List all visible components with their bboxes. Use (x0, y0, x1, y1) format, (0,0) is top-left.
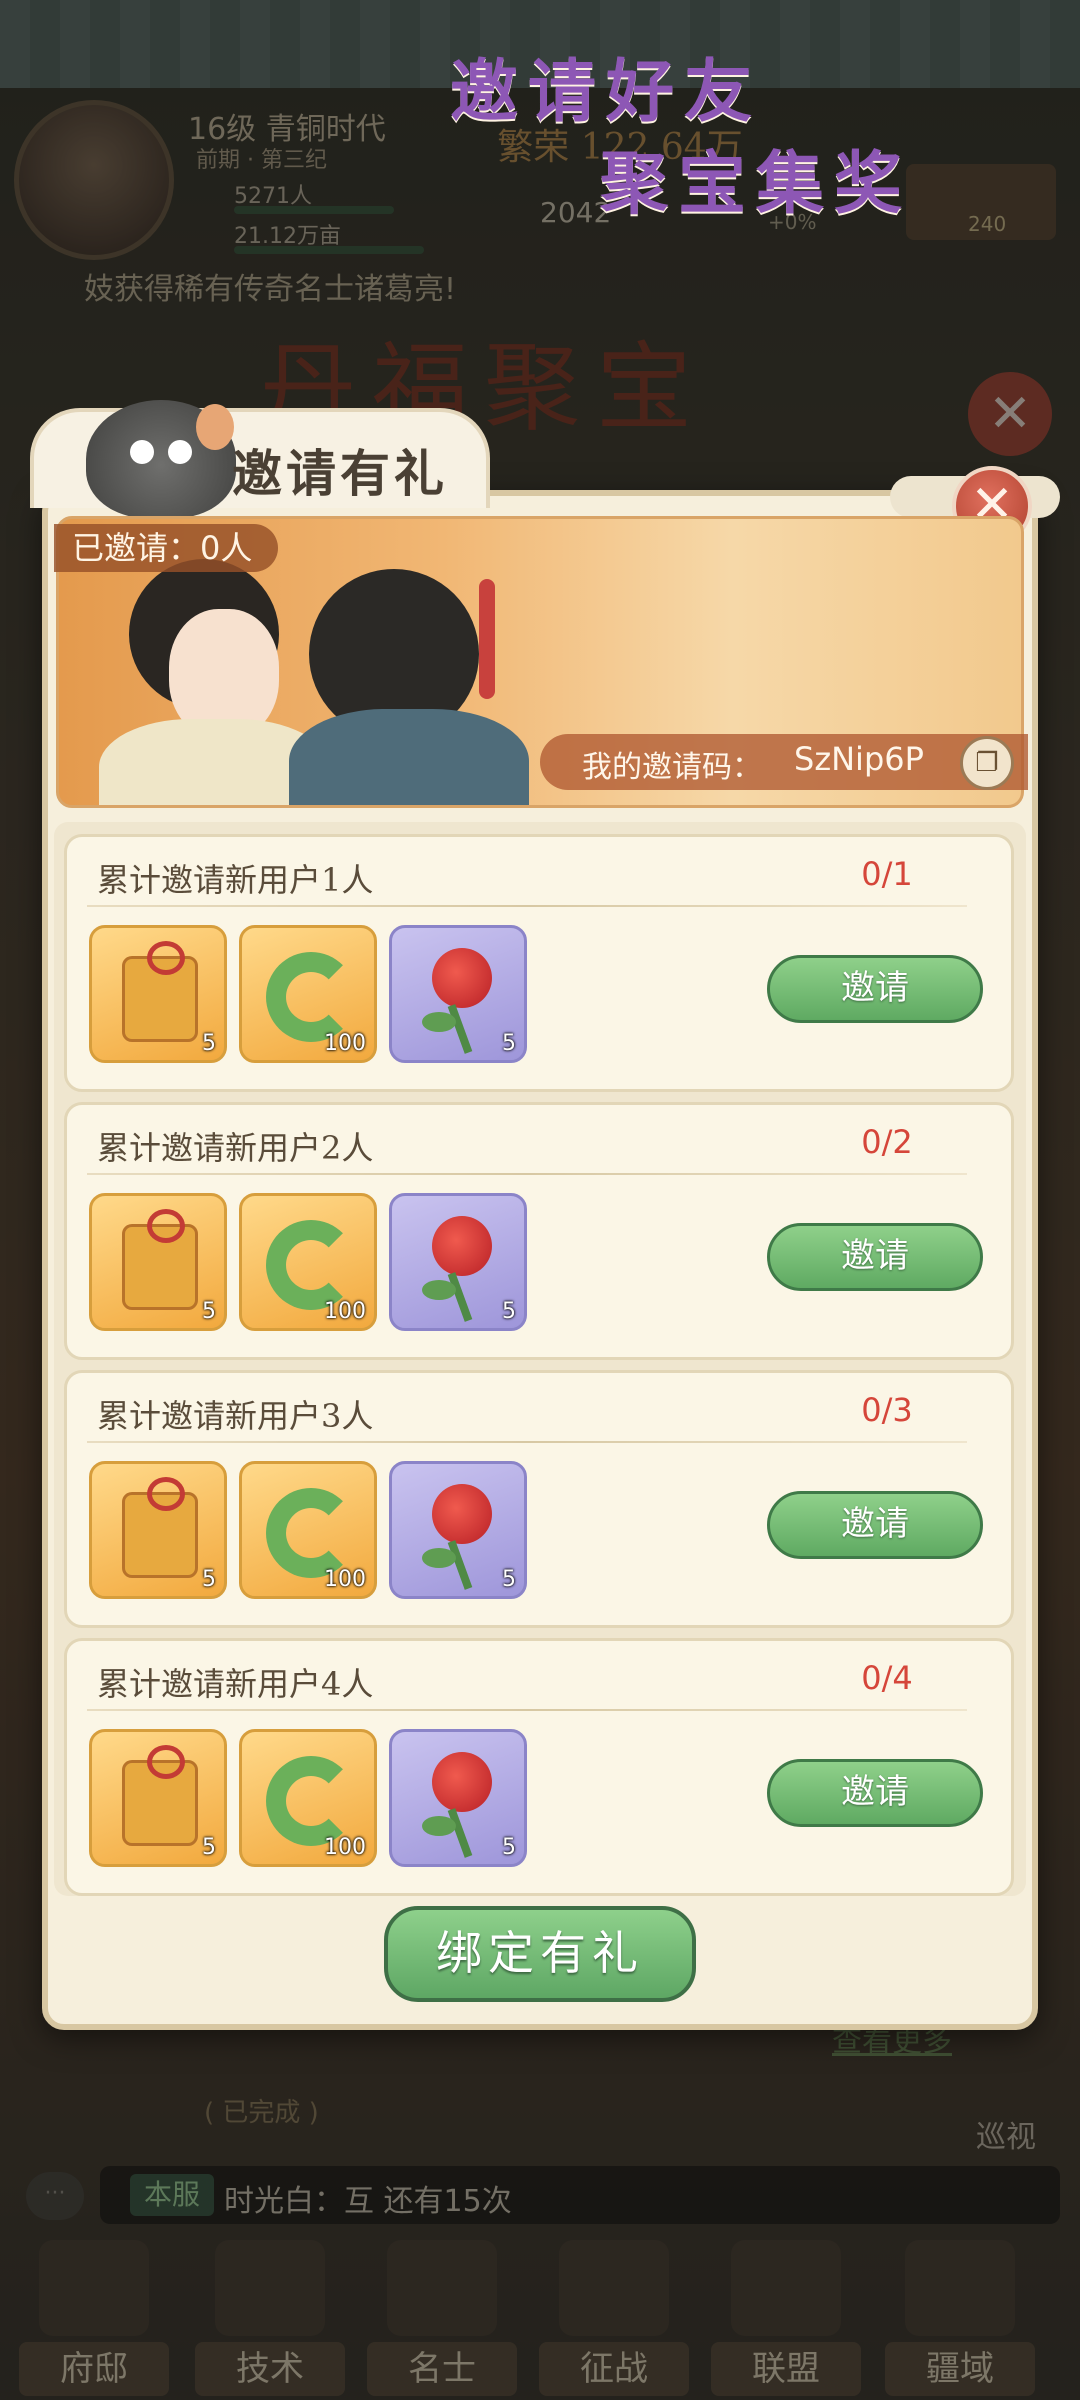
reward-qty: 100 (324, 1031, 366, 1056)
reward-red-rose[interactable]: 5 (389, 1729, 527, 1867)
reward-gold-pouch[interactable]: 5 (89, 1461, 227, 1599)
gold-pouch-icon (122, 941, 198, 1042)
invite-code-value: SzNip6P (794, 740, 924, 778)
red-rose-icon (432, 1484, 492, 1544)
reward-qty: 5 (202, 1299, 216, 1324)
jade-dragon-icon (266, 1488, 356, 1578)
red-rose-icon (432, 1752, 492, 1812)
reward-gold-pouch[interactable]: 5 (89, 1193, 227, 1331)
task-progress: 0/3 (861, 1391, 913, 1429)
reward-red-rose[interactable]: 5 (389, 1461, 527, 1599)
reward-qty: 100 (324, 1567, 366, 1592)
reward-qty: 5 (502, 1835, 516, 1860)
gold-pouch-icon (122, 1477, 198, 1578)
task-title: 累计邀请新用户4人 (97, 1665, 374, 1703)
hero-subheadline: 聚宝集奖 (600, 144, 913, 224)
task-card: 累计邀请新用户2人 0/2 5 100 5 邀请 (64, 1102, 1014, 1360)
reward-jade-dragon[interactable]: 100 (239, 1729, 377, 1867)
gold-pouch-icon (122, 1745, 198, 1846)
reward-qty: 5 (502, 1567, 516, 1592)
invite-button[interactable]: 邀请 (767, 1491, 983, 1559)
jade-dragon-icon (266, 952, 356, 1042)
bind-reward-button[interactable]: 绑定有礼 (384, 1906, 696, 2002)
task-progress: 0/2 (861, 1123, 913, 1161)
reward-qty: 5 (202, 1031, 216, 1056)
task-title: 累计邀请新用户1人 (97, 861, 374, 899)
jade-dragon-icon (266, 1756, 356, 1846)
rose-stem (447, 1004, 473, 1054)
red-rose-icon (432, 948, 492, 1008)
rose-leaf (422, 1280, 456, 1300)
copy-code-icon[interactable]: ❐ (960, 736, 1014, 790)
reward-jade-dragon[interactable]: 100 (239, 1193, 377, 1331)
invite-button[interactable]: 邀请 (767, 1223, 983, 1291)
reward-red-rose[interactable]: 5 (389, 1193, 527, 1331)
modal-title: 邀请有礼 (232, 444, 448, 503)
reward-gold-pouch[interactable]: 5 (89, 925, 227, 1063)
red-rose-icon (432, 1216, 492, 1276)
gold-pouch-icon (122, 1209, 198, 1310)
task-card: 累计邀请新用户4人 0/4 5 100 5 邀请 (64, 1638, 1014, 1896)
task-title: 累计邀请新用户3人 (97, 1397, 374, 1435)
hero-headline: 邀请好友 (450, 52, 763, 132)
reward-gold-pouch[interactable]: 5 (89, 1729, 227, 1867)
task-card: 累计邀请新用户1人 0/1 5 100 5 邀请 (64, 834, 1014, 1092)
divider (87, 905, 967, 907)
task-progress: 0/4 (861, 1659, 913, 1697)
rose-leaf (422, 1816, 456, 1836)
reward-jade-dragon[interactable]: 100 (239, 1461, 377, 1599)
jade-dragon-icon (266, 1220, 356, 1310)
task-card: 累计邀请新用户3人 0/3 5 100 5 邀请 (64, 1370, 1014, 1628)
invited-count: 已邀请：0人 (54, 524, 279, 572)
reward-qty: 5 (502, 1031, 516, 1056)
reward-qty: 5 (202, 1567, 216, 1592)
reward-red-rose[interactable]: 5 (389, 925, 527, 1063)
divider (87, 1173, 967, 1175)
task-progress: 0/1 (861, 855, 913, 893)
rose-stem (447, 1272, 473, 1322)
boy-robe (289, 709, 529, 805)
reward-qty: 5 (502, 1299, 516, 1324)
invite-button[interactable]: 邀请 (767, 955, 983, 1023)
task-title: 累计邀请新用户2人 (97, 1129, 374, 1167)
invite-button[interactable]: 邀请 (767, 1759, 983, 1827)
invite-code-label: 我的邀请码： (582, 750, 762, 785)
reward-qty: 5 (202, 1835, 216, 1860)
rose-leaf (422, 1548, 456, 1568)
ribbon (479, 579, 495, 699)
divider (87, 1441, 967, 1443)
mascot-horn (196, 404, 234, 450)
rose-stem (447, 1808, 473, 1858)
divider (87, 1709, 967, 1711)
reward-qty: 100 (324, 1835, 366, 1860)
rose-leaf (422, 1012, 456, 1032)
reward-jade-dragon[interactable]: 100 (239, 925, 377, 1063)
reward-qty: 100 (324, 1299, 366, 1324)
rose-stem (447, 1540, 473, 1590)
